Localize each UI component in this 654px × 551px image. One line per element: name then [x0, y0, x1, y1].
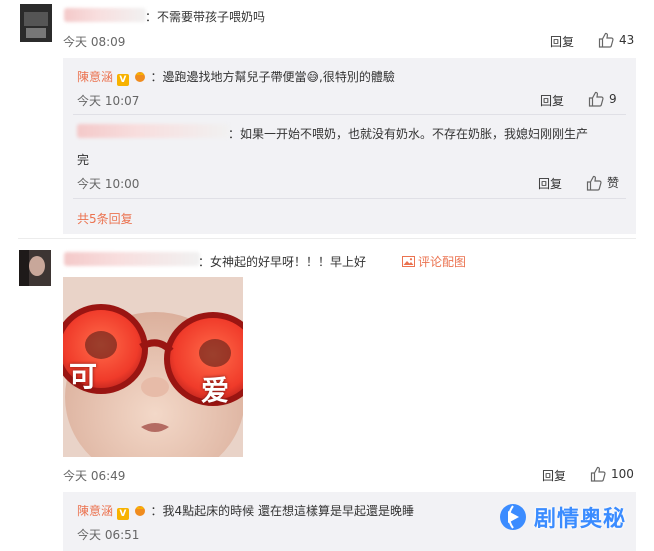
verified-badge-icon: V [116, 74, 129, 86]
comment-text: ：女神起的好早呀！！！早上好 [198, 255, 367, 269]
photo-caption: 爱 [201, 374, 230, 407]
username-redacted[interactable] [77, 124, 229, 138]
image-icon [402, 256, 415, 267]
username-redacted[interactable] [64, 8, 146, 22]
sub-reply-time: 今天 10:07 [77, 94, 140, 108]
photo-caption: 可 [69, 360, 98, 393]
like-button[interactable]: 43 [598, 32, 634, 48]
sub-reply-text-cont: 完 [77, 153, 90, 167]
thumbs-up-icon [598, 32, 614, 48]
thumbs-up-icon [588, 91, 604, 107]
reply-button[interactable]: 回复 [550, 33, 574, 50]
watermark: 剧情奥秘 [498, 494, 642, 540]
comment-photo[interactable]: 可 爱 [63, 277, 243, 457]
comment-time: 今天 08:09 [63, 35, 126, 49]
sub-reply: 陳意涵 V ：我4點起床的時候 還在想這樣算是早起還是晚睡 [77, 502, 414, 520]
more-replies-link[interactable]: 共5条回复 [77, 210, 133, 227]
author-name[interactable]: 陳意涵 [77, 504, 113, 518]
divider [73, 198, 626, 199]
crown-badge-icon [134, 506, 145, 516]
verified-badge-icon: V [116, 508, 129, 520]
username-redacted[interactable] [64, 252, 200, 266]
sub-reply-text-after: ,很特別的體驗 [319, 70, 395, 84]
thumbs-up-icon [586, 175, 602, 191]
like-button[interactable]: 100 [590, 466, 634, 482]
emoji: 😅 [306, 70, 320, 84]
author-name[interactable]: 陳意涵 [77, 70, 113, 84]
sub-reply-text: ：我4點起床的時候 還在想這樣算是早起還是晚睡 [150, 504, 414, 518]
thumbs-up-icon [590, 466, 606, 482]
sub-reply-text: ：邊跑邊找地方幫兒子帶便當 [150, 70, 307, 84]
like-label: 赞 [607, 176, 620, 190]
watermark-logo-icon [500, 504, 526, 530]
reply-button[interactable]: 回复 [538, 175, 562, 192]
comment-picture-link[interactable]: 评论配图 [402, 253, 466, 270]
comment-divider [18, 238, 636, 239]
reply-button[interactable]: 回复 [542, 467, 566, 484]
avatar[interactable] [20, 4, 52, 42]
like-button[interactable]: 9 [588, 91, 617, 107]
like-button[interactable]: 赞 [586, 174, 619, 191]
like-count: 100 [611, 467, 634, 481]
sub-reply-time: 今天 10:00 [77, 177, 140, 191]
comment-time: 今天 06:49 [63, 469, 126, 483]
sub-reply-time: 今天 06:51 [77, 528, 140, 542]
avatar[interactable] [19, 250, 51, 286]
reply-button[interactable]: 回复 [540, 92, 564, 109]
sub-reply-text: ：如果一开始不喂奶，也就没有奶水。不存在奶胀，我媳妇刚刚生产 [228, 127, 589, 141]
divider [73, 114, 626, 115]
comment-picture-label: 评论配图 [418, 255, 467, 269]
like-count: 9 [609, 92, 617, 106]
crown-badge-icon [134, 72, 145, 82]
comment-text: ：不需要带孩子喂奶吗 [145, 10, 266, 24]
watermark-text: 剧情奥秘 [534, 507, 627, 532]
sub-reply: 陳意涵 V ：邊跑邊找地方幫兒子帶便當😅,很特別的體驗 [77, 68, 395, 86]
like-count: 43 [619, 33, 635, 47]
